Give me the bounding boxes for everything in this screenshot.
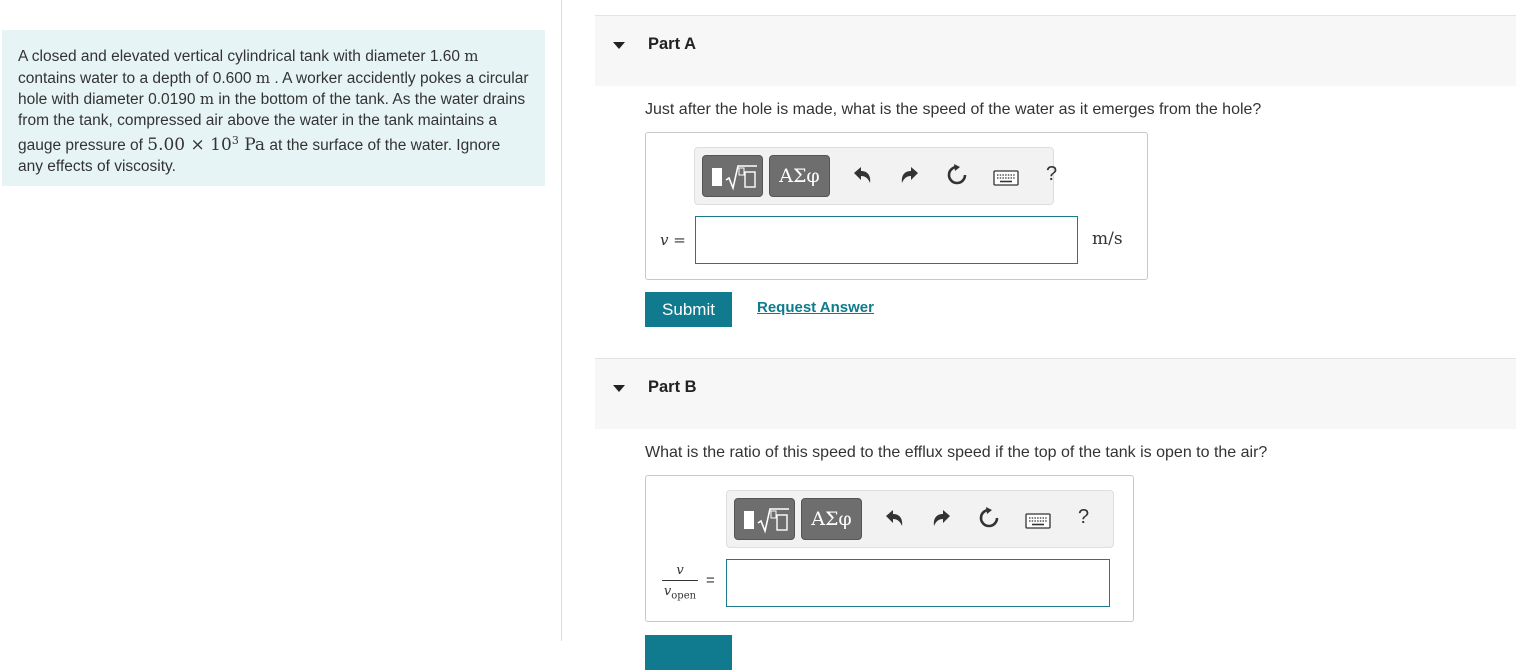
templates-button[interactable] <box>734 498 795 540</box>
unit-label: m/s <box>1092 229 1123 249</box>
part-b-submit-button[interactable] <box>645 635 732 670</box>
part-b-title: Part B <box>648 378 697 396</box>
undo-icon[interactable] <box>851 165 873 185</box>
part-a-answer-input[interactable] <box>695 216 1078 264</box>
collapse-triangle-icon[interactable] <box>613 42 625 49</box>
part-a-question: Just after the hole is made, what is the… <box>645 101 1262 118</box>
templates-button[interactable] <box>702 155 763 197</box>
part-a-request-answer-link[interactable]: Request Answer <box>757 299 874 316</box>
panel-divider <box>561 0 562 641</box>
part-b-answer-input[interactable] <box>726 559 1110 607</box>
undo-icon[interactable] <box>883 508 905 528</box>
reset-icon[interactable] <box>946 164 968 186</box>
ratio-fraction: v vopen <box>662 563 698 602</box>
part-b-question: What is the ratio of this speed to the e… <box>645 444 1268 461</box>
keyboard-icon[interactable] <box>1025 513 1051 529</box>
part-a-title: Part A <box>648 35 696 53</box>
reset-icon[interactable] <box>978 507 1000 529</box>
help-button[interactable]: ? <box>1078 506 1089 529</box>
radical-icon <box>757 508 789 534</box>
equals-sign: = <box>706 572 715 589</box>
redo-icon[interactable] <box>899 165 921 185</box>
part-a-submit-button[interactable]: Submit <box>645 292 732 327</box>
part-b-math-toolbar: ΑΣφ ? <box>726 490 1114 548</box>
part-a-math-toolbar: ΑΣφ ? <box>694 147 1057 205</box>
fraction-numerator: v <box>676 563 684 578</box>
collapse-triangle-icon[interactable] <box>613 385 625 392</box>
keyboard-icon[interactable] <box>993 170 1019 186</box>
part-a-header[interactable]: Part A <box>595 15 1516 86</box>
radical-icon <box>725 165 757 191</box>
greek-symbols-button[interactable]: ΑΣφ <box>769 155 830 197</box>
help-button[interactable]: ? <box>1046 163 1057 186</box>
greek-symbols-button[interactable]: ΑΣφ <box>801 498 862 540</box>
part-a-answer-box: ΑΣφ ? v = m/s <box>645 132 1148 280</box>
redo-icon[interactable] <box>931 508 953 528</box>
part-b-answer-box: ΑΣφ ? <box>645 475 1134 622</box>
fraction-denominator: vopen <box>663 584 697 602</box>
problem-statement: A closed and elevated vertical cylindric… <box>2 30 545 186</box>
v-label: v = <box>660 231 686 249</box>
part-b-header[interactable]: Part B <box>595 358 1516 429</box>
